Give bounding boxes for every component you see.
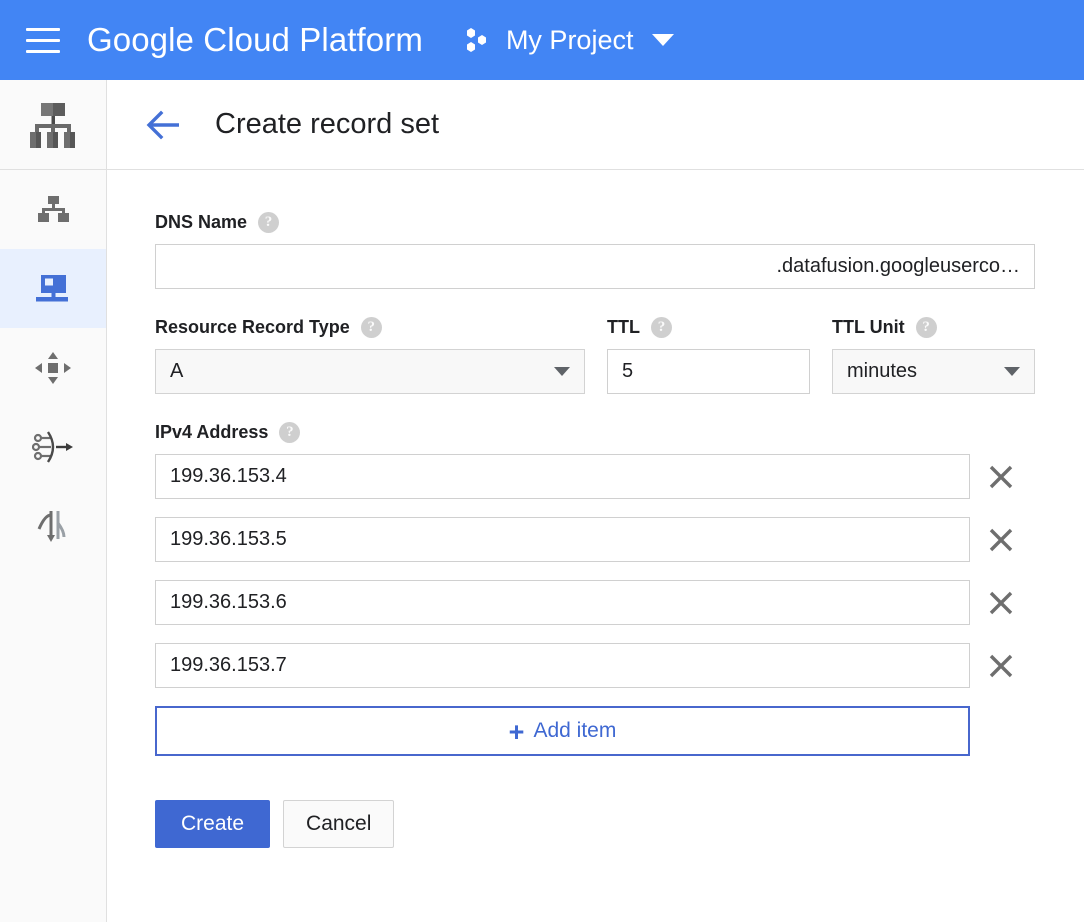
create-button[interactable]: Create [155,800,270,848]
ipv4-address-value: 199.36.153.7 [170,654,287,677]
chevron-down-icon[interactable] [652,34,674,46]
create-record-set-form: DNS Name ? .datafusion.googleuserco… Res… [107,170,1084,848]
record-type-label-row: Resource Record Type ? [155,317,585,338]
ipv4-address-row: 199.36.153.4 [155,454,1084,499]
sidebar-item-traffic-split[interactable] [0,486,106,565]
close-x-icon [986,588,1016,618]
ipv4-address-row: 199.36.153.5 [155,517,1084,562]
help-circle-icon[interactable]: ? [916,317,937,338]
help-circle-icon[interactable]: ? [258,212,279,233]
chevron-down-icon [1004,367,1020,376]
ipv4-address-value: 199.36.153.4 [170,465,287,488]
ttl-unit-label: TTL Unit [832,317,905,338]
remove-ipv4-address-button[interactable] [970,462,1032,492]
ipv4-address-row: 199.36.153.6 [155,580,1084,625]
hierarchy-icon [35,194,71,226]
sidebar-item-move[interactable] [0,328,106,407]
hamburger-bar [26,28,60,31]
remove-ipv4-address-button[interactable] [970,525,1032,555]
ttl-group: TTL ? 5 [607,317,810,394]
hamburger-bar [26,39,60,42]
close-x-icon [986,651,1016,681]
ttl-input[interactable]: 5 [607,349,810,394]
project-hexagons-icon [463,25,493,55]
ipv4-address-input[interactable]: 199.36.153.7 [155,643,970,688]
hamburger-menu-icon[interactable] [17,14,69,66]
ipv4-address-input[interactable]: 199.36.153.5 [155,517,970,562]
monitor-instance-icon [34,273,72,305]
ipv4-address-input[interactable]: 199.36.153.4 [155,454,970,499]
cancel-button[interactable]: Cancel [283,800,394,848]
ttl-value: 5 [622,360,633,383]
record-type-ttl-row: Resource Record Type ? A TTL ? 5 [155,317,1084,394]
dns-name-label-row: DNS Name ? [155,212,1084,233]
add-item-label: Add item [533,719,616,743]
network-topology-icon [27,101,79,149]
move-directions-icon [34,351,72,385]
project-name-label: My Project [506,25,634,56]
dns-name-label: DNS Name [155,212,247,233]
top-app-bar: Google Cloud Platform My Project [0,0,1084,80]
form-actions: Create Cancel [155,800,1084,848]
chevron-down-icon [554,367,570,376]
ttl-unit-label-row: TTL Unit ? [832,317,1035,338]
add-item-button[interactable]: + Add item [155,706,970,756]
rail-header-icon-container[interactable] [0,80,106,170]
routes-arrow-icon [32,429,74,465]
ttl-unit-select[interactable]: minutes [832,349,1035,394]
ipv4-address-row: 199.36.153.7 [155,643,1084,688]
help-circle-icon[interactable]: ? [361,317,382,338]
ipv4-address-list: 199.36.153.4 199.36.153.5 199.36.153.6 199.… [155,454,1084,688]
ipv4-label: IPv4 Address [155,422,268,443]
hamburger-bar [26,50,60,53]
record-type-label: Resource Record Type [155,317,350,338]
page-header: Create record set [107,80,1084,170]
page-title: Create record set [215,108,439,141]
sidebar-item-instance[interactable] [0,249,106,328]
dns-name-suffix: .datafusion.googleuserco… [777,255,1021,278]
ttl-unit-group: TTL Unit ? minutes [832,317,1035,394]
back-arrow-icon[interactable] [144,105,184,145]
remove-ipv4-address-button[interactable] [970,588,1032,618]
ttl-label: TTL [607,317,640,338]
sidebar-item-hierarchy[interactable] [0,170,106,249]
help-circle-icon[interactable]: ? [651,317,672,338]
close-x-icon [986,462,1016,492]
ipv4-label-row: IPv4 Address ? [155,422,1084,443]
ttl-unit-value: minutes [847,360,917,383]
traffic-split-icon [35,509,71,543]
record-type-select[interactable]: A [155,349,585,394]
ttl-label-row: TTL ? [607,317,810,338]
brand-title: Google Cloud Platform [87,21,423,59]
record-type-value: A [170,360,183,383]
close-x-icon [986,525,1016,555]
ipv4-address-value: 199.36.153.6 [170,591,287,614]
ipv4-address-input[interactable]: 199.36.153.6 [155,580,970,625]
help-circle-icon[interactable]: ? [279,422,300,443]
ipv4-address-value: 199.36.153.5 [170,528,287,551]
project-selector[interactable]: My Project [463,25,675,56]
main-content: Create record set DNS Name ? .datafusion… [107,80,1084,922]
record-type-group: Resource Record Type ? A [155,317,585,394]
remove-ipv4-address-button[interactable] [970,651,1032,681]
sidebar-item-routes[interactable] [0,407,106,486]
left-icon-rail [0,80,107,922]
dns-name-input[interactable]: .datafusion.googleuserco… [155,244,1035,289]
